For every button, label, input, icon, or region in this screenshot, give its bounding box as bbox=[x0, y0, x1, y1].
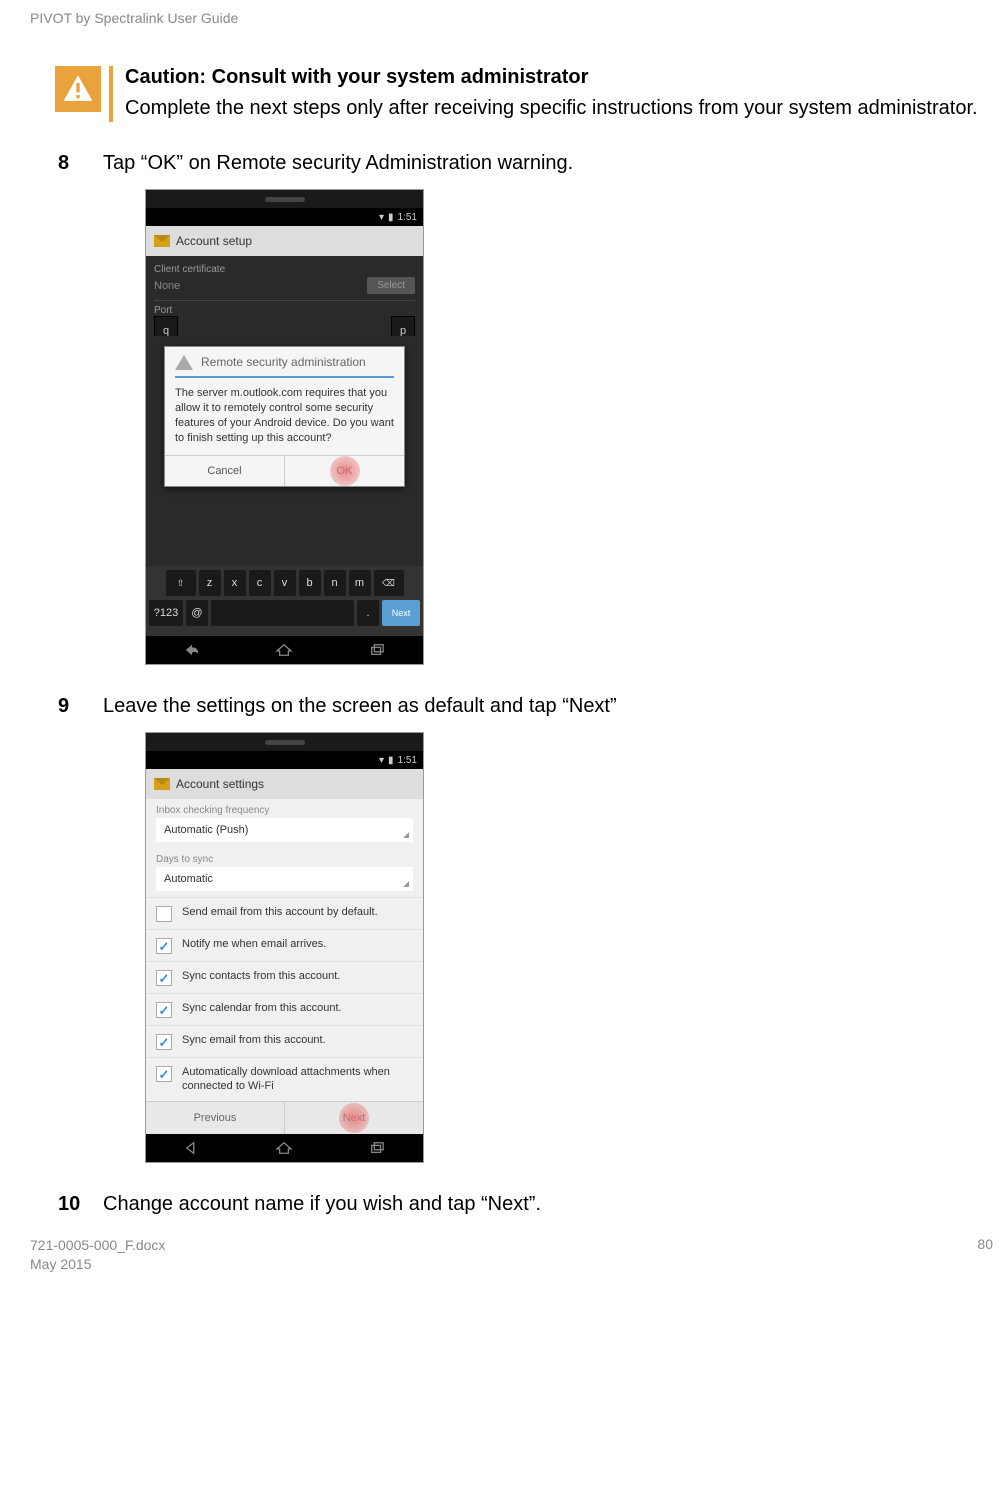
warning-icon bbox=[175, 355, 193, 370]
battery-icon: ▮ bbox=[388, 212, 394, 223]
status-time: 1:51 bbox=[398, 755, 417, 766]
key-v[interactable]: v bbox=[274, 570, 296, 596]
status-bar: ▾ ▮ 1:51 bbox=[146, 751, 423, 769]
previous-button[interactable]: Previous bbox=[146, 1102, 284, 1134]
key-⇧[interactable]: ⇧ bbox=[166, 570, 196, 596]
key-n[interactable]: n bbox=[324, 570, 346, 596]
option-row[interactable]: Automatically download attachments when … bbox=[146, 1057, 423, 1101]
key-x[interactable]: x bbox=[224, 570, 246, 596]
nav-home-icon[interactable] bbox=[275, 1141, 293, 1155]
step-text: Tap “OK” on Remote security Administrati… bbox=[103, 152, 993, 175]
days-sync-dropdown[interactable]: Automatic bbox=[156, 867, 413, 891]
caution-title: Caution: Consult with your system admini… bbox=[125, 66, 993, 89]
checkbox[interactable] bbox=[156, 906, 172, 922]
status-bar: ▾ ▮ 1:51 bbox=[146, 208, 423, 226]
nav-back-icon[interactable] bbox=[183, 1141, 201, 1155]
tap-indicator-icon bbox=[339, 1103, 369, 1133]
key-dot[interactable]: . bbox=[357, 600, 379, 626]
dialog-body: The server m.outlook.com requires that y… bbox=[165, 378, 404, 455]
wifi-icon: ▾ bbox=[379, 755, 384, 766]
option-text: Sync email from this account. bbox=[182, 1033, 413, 1047]
nav-home-icon[interactable] bbox=[275, 643, 293, 657]
key-c[interactable]: c bbox=[249, 570, 271, 596]
screenshot-account-settings: ▾ ▮ 1:51 Account settings Inbox checking… bbox=[145, 732, 424, 1163]
checkbox[interactable] bbox=[156, 938, 172, 954]
app-header: Account setup bbox=[146, 226, 423, 256]
option-row[interactable]: Sync calendar from this account. bbox=[146, 993, 423, 1025]
page-header: PIVOT by Spectralink User Guide bbox=[30, 10, 993, 26]
caution-body: Complete the next steps only after recei… bbox=[125, 95, 993, 122]
checkbox[interactable] bbox=[156, 1034, 172, 1050]
remote-security-dialog: Remote security administration The serve… bbox=[164, 346, 405, 487]
app-title: Account setup bbox=[176, 234, 252, 248]
days-sync-label: Days to sync bbox=[146, 848, 423, 867]
ok-button[interactable]: OK bbox=[284, 456, 404, 486]
caution-bar bbox=[109, 66, 113, 122]
key-sym[interactable]: ?123 bbox=[149, 600, 183, 626]
mail-icon bbox=[154, 778, 170, 790]
step-number: 8 bbox=[58, 152, 103, 175]
option-text: Automatically download attachments when … bbox=[182, 1065, 413, 1094]
nav-recent-icon[interactable] bbox=[368, 1141, 386, 1155]
step-number: 10 bbox=[58, 1193, 103, 1216]
select-button[interactable]: Select bbox=[367, 277, 415, 294]
status-time: 1:51 bbox=[398, 212, 417, 223]
step-number: 9 bbox=[58, 695, 103, 718]
footer-page-number: 80 bbox=[977, 1236, 993, 1275]
cancel-button[interactable]: Cancel bbox=[165, 456, 284, 486]
step-text: Leave the settings on the screen as defa… bbox=[103, 695, 993, 718]
next-button[interactable]: Next bbox=[284, 1102, 423, 1134]
key-z[interactable]: z bbox=[199, 570, 221, 596]
mail-icon bbox=[154, 235, 170, 247]
step-text: Change account name if you wish and tap … bbox=[103, 1193, 993, 1216]
key-q[interactable]: q bbox=[154, 316, 178, 336]
step-10: 10 Change account name if you wish and t… bbox=[58, 1193, 993, 1216]
step-8: 8 Tap “OK” on Remote security Administra… bbox=[58, 152, 993, 175]
key-⌫[interactable]: ⌫ bbox=[374, 570, 404, 596]
option-row[interactable]: Sync email from this account. bbox=[146, 1025, 423, 1057]
caution-block: Caution: Consult with your system admini… bbox=[55, 66, 993, 122]
key-space[interactable] bbox=[211, 600, 354, 626]
checkbox[interactable] bbox=[156, 1002, 172, 1018]
key-next[interactable]: Next bbox=[382, 600, 420, 626]
dialog-title: Remote security administration bbox=[201, 355, 366, 369]
app-title: Account settings bbox=[176, 777, 264, 791]
option-row[interactable]: Send email from this account by default. bbox=[146, 897, 423, 929]
option-text: Sync calendar from this account. bbox=[182, 1001, 413, 1015]
option-row[interactable]: Sync contacts from this account. bbox=[146, 961, 423, 993]
app-header: Account settings bbox=[146, 769, 423, 799]
footer-filename: 721-0005-000_F.docx bbox=[30, 1236, 165, 1256]
key-m[interactable]: m bbox=[349, 570, 371, 596]
key-p[interactable]: p bbox=[391, 316, 415, 336]
footer-date: May 2015 bbox=[30, 1255, 165, 1275]
option-text: Sync contacts from this account. bbox=[182, 969, 413, 983]
nav-recent-icon[interactable] bbox=[368, 643, 386, 657]
android-nav-bar bbox=[146, 636, 423, 664]
inbox-freq-dropdown[interactable]: Automatic (Push) bbox=[156, 818, 413, 842]
step-9: 9 Leave the settings on the screen as de… bbox=[58, 695, 993, 718]
keyboard: ⇧zxcvbnm⌫ ?123 @ . Next bbox=[146, 566, 423, 636]
tap-indicator-icon bbox=[330, 456, 360, 486]
android-nav-bar bbox=[146, 1134, 423, 1162]
option-row[interactable]: Notify me when email arrives. bbox=[146, 929, 423, 961]
checkbox[interactable] bbox=[156, 1066, 172, 1082]
checkbox[interactable] bbox=[156, 970, 172, 986]
client-cert-value: None bbox=[154, 280, 180, 292]
option-text: Notify me when email arrives. bbox=[182, 937, 413, 951]
key-b[interactable]: b bbox=[299, 570, 321, 596]
phone-speaker-area bbox=[146, 190, 423, 208]
key-at[interactable]: @ bbox=[186, 600, 208, 626]
caution-icon bbox=[55, 66, 101, 112]
battery-icon: ▮ bbox=[388, 755, 394, 766]
inbox-freq-label: Inbox checking frequency bbox=[146, 799, 423, 818]
page-footer: 721-0005-000_F.docx May 2015 80 bbox=[30, 1236, 993, 1275]
nav-back-icon[interactable] bbox=[183, 643, 201, 657]
wifi-icon: ▾ bbox=[379, 212, 384, 223]
phone-speaker-area bbox=[146, 733, 423, 751]
option-text: Send email from this account by default. bbox=[182, 905, 413, 919]
screenshot-remote-security: ▾ ▮ 1:51 Account setup Client certificat… bbox=[145, 189, 424, 665]
client-cert-label: Client certificate bbox=[154, 264, 415, 275]
port-label: Port bbox=[154, 305, 415, 316]
